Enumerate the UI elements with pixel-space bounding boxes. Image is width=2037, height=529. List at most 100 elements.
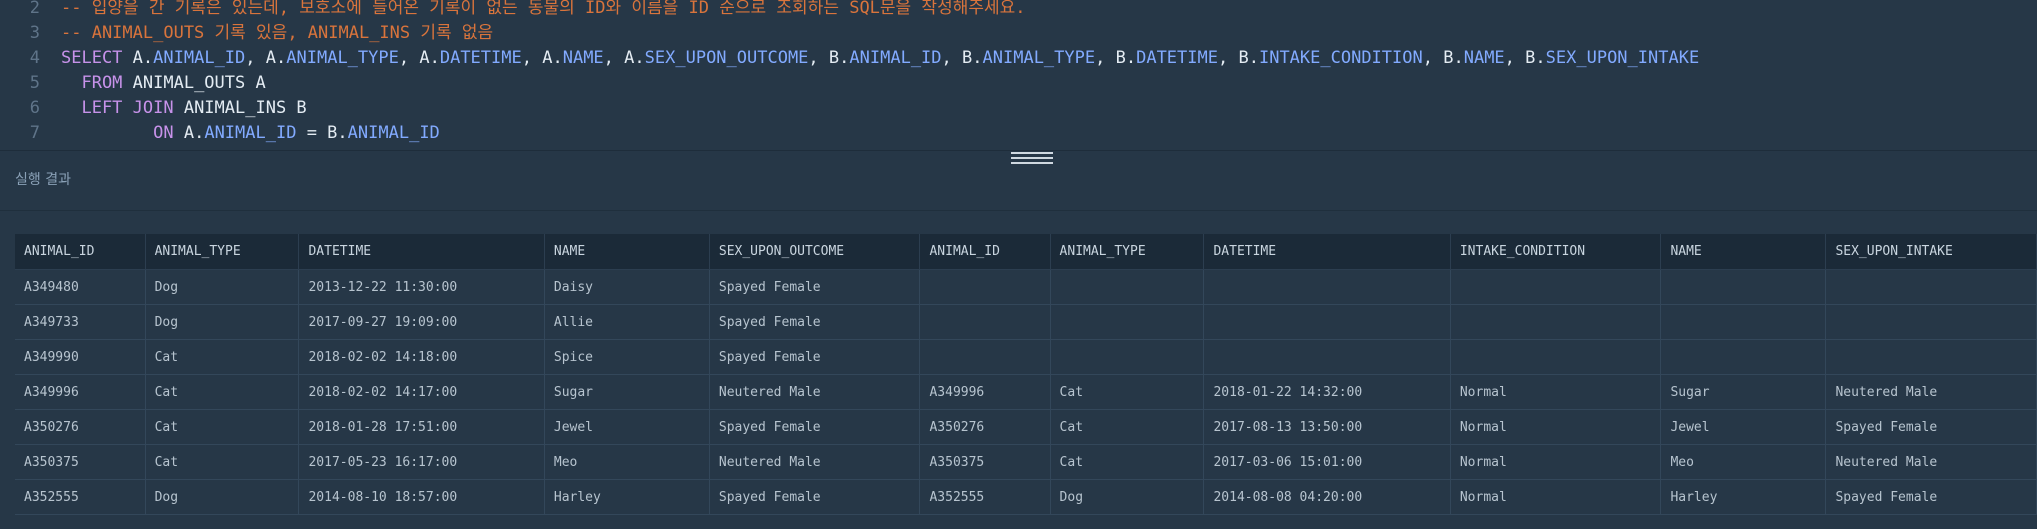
line-number: 2 — [29, 0, 40, 18]
code-token: , — [245, 48, 266, 68]
table-cell: Jewel — [1660, 409, 1827, 445]
table-cell: Normal — [1450, 444, 1662, 480]
code-token: . — [1248, 48, 1259, 68]
table-cell — [919, 304, 1051, 340]
code-token: , — [1422, 48, 1444, 68]
table-cell — [1050, 304, 1205, 340]
column-header[interactable]: DATETIME — [1203, 234, 1451, 270]
code-token: A — [183, 123, 195, 143]
column-header[interactable]: ANIMAL_ID — [15, 234, 146, 270]
code-token: B — [962, 48, 973, 68]
code-token: . — [972, 48, 983, 68]
table-cell: Sugar — [544, 374, 710, 410]
table-cell: Jewel — [544, 409, 710, 445]
table-cell: Spayed Female — [709, 269, 921, 305]
column-header[interactable]: ANIMAL_TYPE — [145, 234, 300, 270]
code-token: ANIMAL_ID — [347, 123, 440, 143]
code-token: . — [839, 48, 850, 68]
table-cell — [1203, 339, 1451, 375]
table-cell — [1825, 269, 2037, 305]
code-token: , — [521, 48, 543, 68]
code-token: -- 입양을 간 기록은 있는데, 보호소에 들어온 기록이 없는 동물의 ID… — [61, 0, 1026, 18]
code-token: ANIMAL_TYPE — [982, 48, 1096, 68]
table-cell — [1660, 269, 1827, 305]
code-token: -- ANIMAL_OUTS 기록 있음, ANIMAL_INS 기록 없음 — [61, 23, 494, 43]
table-row[interactable]: A349996 Cat 2018-02-02 14:17:00 Sugar Neuter… — [15, 374, 2037, 410]
table-cell: Normal — [1450, 479, 1662, 515]
code-token: ANIMAL_INS B — [183, 98, 307, 118]
code-token: B — [1238, 48, 1249, 68]
code-token: A — [132, 48, 143, 68]
code-token: , — [398, 48, 420, 68]
table-row[interactable]: A349990 Cat 2018-02-02 14:18:00 Spice Spayed… — [15, 339, 2037, 375]
code-token: ANIMAL_ID — [849, 48, 942, 68]
table-cell: Dog — [145, 479, 300, 515]
table-header-row: ANIMAL_ID ANIMAL_TYPE DATETIME NAME SEX_UPON… — [15, 234, 2037, 270]
table-row[interactable]: A349480 Dog 2013-12-22 11:30:00 Daisy Spayed… — [15, 269, 2037, 305]
column-header[interactable]: SEX_UPON_OUTCOME — [709, 234, 921, 270]
table-cell — [1450, 339, 1662, 375]
line-number: 4 — [29, 48, 40, 68]
table-cell: Harley — [544, 479, 710, 515]
code-text: LEFT JOIN ANIMAL_INS B — [61, 96, 307, 121]
code-token: , — [941, 48, 963, 68]
table-cell: A350375 — [15, 444, 146, 480]
code-token: ON — [61, 123, 184, 143]
code-token: NAME — [1463, 48, 1505, 68]
table-cell: Neutered Male — [1825, 444, 2037, 480]
code-token: SELECT — [61, 48, 133, 68]
column-header[interactable]: INTAKE_CONDITION — [1450, 234, 1662, 270]
table-cell: 2018-02-02 14:17:00 — [298, 374, 545, 410]
table-cell — [1203, 304, 1451, 340]
table-cell: Neutered Male — [1825, 374, 2037, 410]
table-cell — [1203, 269, 1451, 305]
table-row[interactable]: A349733 Dog 2017-09-27 19:09:00 Allie Spayed… — [15, 304, 2037, 340]
table-cell: Harley — [1660, 479, 1827, 515]
code-token: DATETIME — [439, 48, 522, 68]
result-table-container[interactable]: ANIMAL_ID ANIMAL_TYPE DATETIME NAME SEX_UPON… — [15, 234, 2037, 529]
code-token: ANIMAL_OUTS A — [132, 73, 266, 93]
result-table: ANIMAL_ID ANIMAL_TYPE DATETIME NAME SEX_UPON… — [15, 234, 2037, 515]
code-token: B — [1443, 48, 1454, 68]
code-text: -- ANIMAL_OUTS 기록 있음, ANIMAL_INS 기록 없음 — [61, 21, 493, 46]
code-token: , — [603, 48, 625, 68]
code-token: . — [1535, 48, 1546, 68]
table-cell: Cat — [1050, 444, 1205, 480]
table-cell: 2017-09-27 19:09:00 — [298, 304, 545, 340]
code-token: . — [634, 48, 645, 68]
line-number: 6 — [29, 98, 40, 118]
table-cell — [919, 339, 1051, 375]
table-cell: A352555 — [15, 479, 146, 515]
table-cell: 2013-12-22 11:30:00 — [298, 269, 545, 305]
table-row[interactable]: A352555 Dog 2014-08-10 18:57:00 Harley Spaye… — [15, 479, 2037, 515]
column-header[interactable]: DATETIME — [298, 234, 545, 270]
table-cell: A349996 — [919, 374, 1051, 410]
editor-divider — [0, 150, 2037, 151]
line-number: 3 — [29, 23, 40, 43]
code-token: . — [276, 48, 287, 68]
code-token: ANIMAL_TYPE — [286, 48, 399, 68]
sql-code-editor[interactable]: 2 -- 입양을 간 기록은 있는데, 보호소에 들어온 기록이 없는 동물의 I… — [0, 0, 2037, 150]
table-cell: Normal — [1450, 374, 1662, 410]
table-cell: Cat — [145, 374, 300, 410]
table-cell — [1050, 269, 1205, 305]
code-token: , — [1095, 48, 1116, 68]
table-cell: Daisy — [544, 269, 710, 305]
table-cell: Dog — [145, 269, 300, 305]
column-header[interactable]: ANIMAL_TYPE — [1050, 234, 1205, 270]
code-token: FROM — [61, 73, 133, 93]
column-header[interactable]: NAME — [544, 234, 710, 270]
table-cell: Dog — [1050, 479, 1205, 515]
code-token: NAME — [562, 48, 604, 68]
table-cell: Spice — [544, 339, 710, 375]
table-cell: Spayed Female — [709, 409, 921, 445]
resize-handle-icon[interactable] — [1011, 152, 1053, 164]
table-row[interactable]: A350375 Cat 2017-05-23 16:17:00 Meo Neutered… — [15, 444, 2037, 480]
line-number: 7 — [29, 123, 40, 143]
column-header[interactable]: NAME — [1660, 234, 1827, 270]
column-header[interactable]: ANIMAL_ID — [919, 234, 1051, 270]
table-row[interactable]: A350276 Cat 2018-01-28 17:51:00 Jewel Spayed… — [15, 409, 2037, 445]
code-token: . — [337, 123, 348, 143]
table-cell: Spayed Female — [709, 479, 921, 515]
column-header[interactable]: SEX_UPON_INTAKE — [1825, 234, 2037, 270]
